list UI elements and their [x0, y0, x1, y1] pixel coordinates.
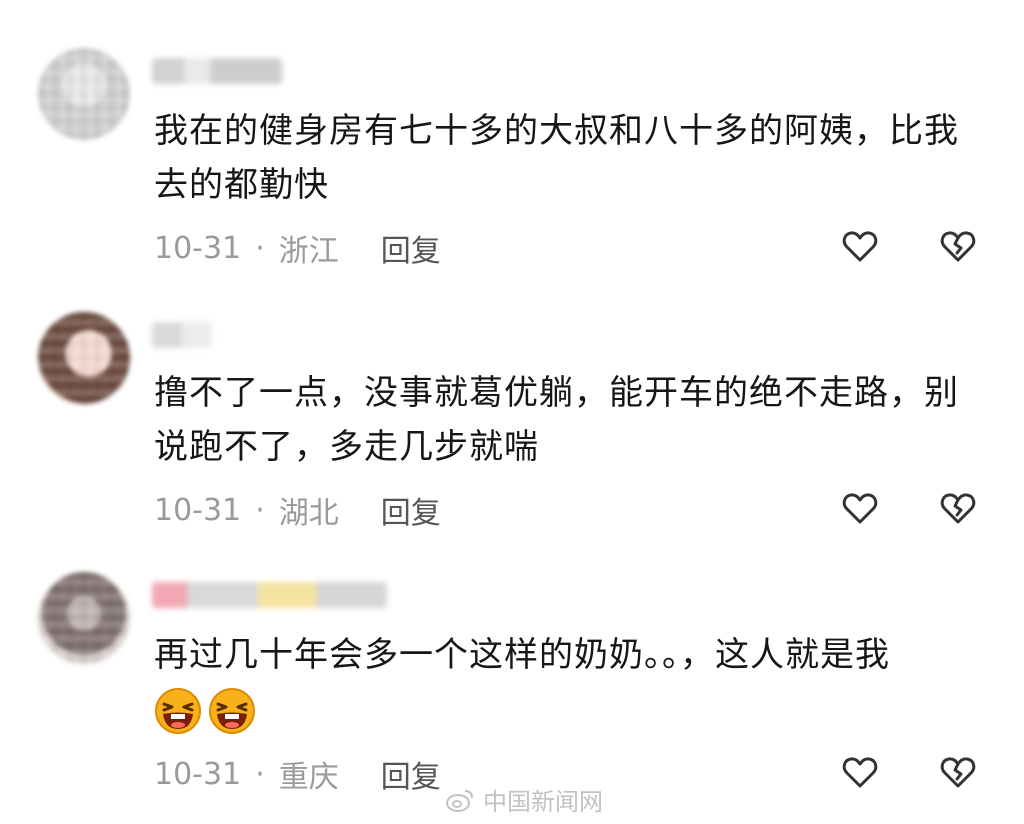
heart-outline-icon[interactable] — [840, 226, 880, 266]
username[interactable] — [152, 322, 212, 348]
comment-location: 重庆 — [278, 760, 339, 795]
broken-heart-icon[interactable] — [938, 488, 978, 528]
meta-separator: · — [255, 492, 265, 528]
comment-meta: 10-31 · 浙江 回复 — [154, 226, 441, 270]
meta-separator: · — [255, 230, 265, 266]
comment-text: 撸不了一点，没事就葛优躺，能开车的绝不走路，别说跑不了，多走几步就喘 — [154, 373, 959, 467]
comment-text-body: 再过几十年会多一个这样的奶奶。。，这人就是我 — [154, 635, 890, 675]
comment-meta: 10-31 · 重庆 回复 — [154, 752, 441, 796]
watermark: 中国新闻网 — [445, 782, 603, 817]
broken-heart-icon[interactable] — [938, 226, 978, 266]
avatar[interactable] — [38, 48, 130, 140]
comment-location: 浙江 — [278, 234, 339, 269]
reply-button[interactable]: 回复 — [381, 226, 441, 270]
heart-outline-icon[interactable] — [840, 752, 880, 792]
comment-text: 我在的健身房有七十多的大叔和八十多的阿姨，比我去的都勤快 — [154, 111, 959, 205]
comment-date: 10-31 — [154, 230, 242, 266]
avatar[interactable] — [38, 572, 130, 664]
broken-heart-icon[interactable] — [938, 752, 978, 792]
reply-button[interactable]: 回复 — [381, 752, 441, 796]
meta-separator: · — [255, 756, 265, 792]
laughing-emoji-icon — [154, 687, 202, 735]
watermark-text: 中国新闻网 — [483, 788, 603, 816]
username[interactable] — [152, 58, 282, 84]
avatar[interactable] — [38, 312, 130, 404]
username[interactable] — [152, 582, 387, 608]
reply-button[interactable]: 回复 — [381, 488, 441, 532]
laughing-emoji-icon — [208, 687, 256, 735]
comment-date: 10-31 — [154, 756, 242, 792]
comment-meta: 10-31 · 湖北 回复 — [154, 488, 441, 532]
comment-date: 10-31 — [154, 492, 242, 528]
comment-text: 再过几十年会多一个这样的奶奶。。，这人就是我 — [154, 628, 984, 736]
heart-outline-icon[interactable] — [840, 488, 880, 528]
comment-location: 湖北 — [278, 496, 339, 531]
weibo-icon — [445, 787, 475, 813]
